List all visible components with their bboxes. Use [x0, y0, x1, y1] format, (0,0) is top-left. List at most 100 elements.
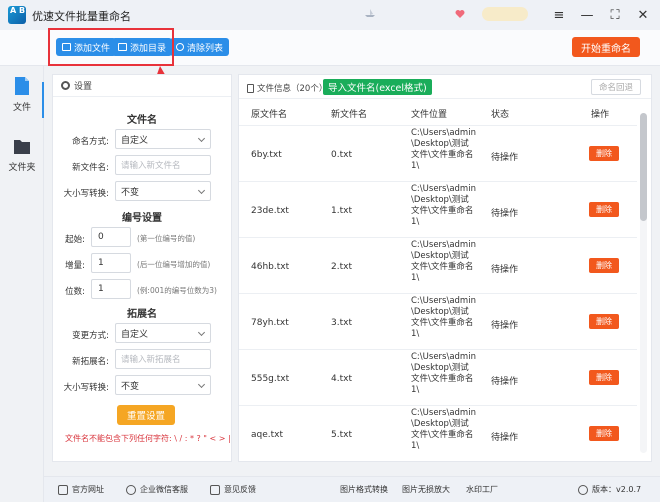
reset-settings-button[interactable]: 重置设置	[117, 405, 175, 425]
table-row[interactable]: aqe.txt 5.txt C:\Users\admin\Desktop\测试文…	[239, 405, 637, 461]
ext-mode-select[interactable]: 自定义	[115, 323, 211, 343]
footer: 官方网址 企业微信客服 意见反馈 图片格式转换 图片无损放大 水印工厂 版本：v…	[44, 476, 660, 502]
new-ext-input[interactable]: 请输入新拓展名	[115, 349, 211, 369]
footer-img-enlarge-link[interactable]: 图片无损放大	[402, 484, 450, 495]
globe-icon	[58, 484, 68, 495]
cell-location: C:\Users\admin\Desktop\测试文件\文件重命名1\	[411, 128, 476, 171]
numbering-section-title: 编号设置	[122, 213, 162, 224]
cell-new-name: 1.txt	[331, 206, 352, 216]
delete-button[interactable]: 删除	[589, 426, 619, 441]
col-location: 文件位置	[411, 110, 448, 120]
maximize-icon[interactable]: ⛶	[606, 6, 624, 24]
settings-header: 设置	[53, 75, 231, 97]
chevron-down-icon	[197, 186, 206, 195]
cell-status: 待操作	[491, 377, 519, 387]
close-icon[interactable]: ✕	[634, 6, 652, 24]
start-label: 起始:	[65, 235, 85, 245]
ext-case-label: 大小写转换:	[63, 383, 109, 393]
case-select[interactable]: 不变	[115, 181, 211, 201]
digits-label: 位数:	[65, 287, 85, 297]
case-label: 大小写转换:	[63, 189, 109, 199]
nav-folder[interactable]: 文件夹	[0, 136, 44, 173]
invalid-chars-warning: 文件名不能包含下列任何字符: \ / : * ? " < > |	[65, 434, 231, 443]
table-row[interactable]: 555g.txt 4.txt C:\Users\admin\Desktop\测试…	[239, 349, 637, 405]
chat-icon	[126, 484, 136, 495]
cell-new-name: 0.txt	[331, 150, 352, 160]
cell-location: C:\Users\admin\Desktop\测试文件\文件重命名1\	[411, 296, 476, 339]
table-row[interactable]: 23de.txt 1.txt C:\Users\admin\Desktop\测试…	[239, 181, 637, 237]
file-count-title: 文件信息（20个）	[257, 84, 328, 94]
new-ext-label: 新拓展名:	[72, 357, 109, 367]
ext-mode-label: 变更方式:	[72, 331, 109, 341]
cell-new-name: 5.txt	[331, 430, 352, 440]
import-excel-button[interactable]: 导入文件名(excel格式)	[323, 79, 432, 95]
footer-feedback-link[interactable]: 意见反馈	[210, 484, 256, 495]
cell-new-name: 3.txt	[331, 318, 352, 328]
rollback-button[interactable]: 命名回退	[591, 79, 641, 95]
file-list-panel: 文件信息（20个） 导入文件名(excel格式) 命名回退 原文件名 新文件名 …	[238, 74, 652, 462]
table-row[interactable]: 78yh.txt 3.txt C:\Users\admin\Desktop\测试…	[239, 293, 637, 349]
update-icon	[578, 484, 588, 495]
delete-button[interactable]: 删除	[589, 258, 619, 273]
heart-icon	[455, 10, 465, 18]
boat-icon	[365, 9, 375, 17]
col-new-name: 新文件名	[331, 110, 368, 120]
table-row[interactable]: 46hb.txt 2.txt C:\Users\admin\Desktop\测试…	[239, 237, 637, 293]
left-nav: 文件 文件夹	[0, 66, 44, 502]
highlight-annotation	[48, 28, 174, 66]
cell-original-name: 6by.txt	[251, 150, 282, 160]
footer-watermark-link[interactable]: 水印工厂	[466, 484, 498, 495]
start-rename-button[interactable]: 开始重命名	[572, 37, 640, 57]
cell-new-name: 2.txt	[331, 262, 352, 272]
settings-panel: 设置 文件名 命名方式: 自定义 新文件名: 请输入新文件名 大小写转换: 不变…	[52, 74, 232, 462]
footer-website-link[interactable]: 官方网址	[58, 484, 104, 495]
cell-location: C:\Users\admin\Desktop\测试文件\文件重命名1\	[411, 184, 476, 227]
file-icon	[15, 77, 29, 95]
cell-status: 待操作	[491, 153, 519, 163]
filename-section-title: 文件名	[127, 115, 157, 126]
clear-icon	[176, 43, 184, 51]
naming-mode-select[interactable]: 自定义	[115, 129, 211, 149]
scroll-thumb[interactable]	[640, 113, 647, 221]
ext-case-select[interactable]: 不变	[115, 375, 211, 395]
digits-input[interactable]: 1	[91, 279, 131, 299]
cell-original-name: 46hb.txt	[251, 262, 290, 272]
title-bar: A B 优速文件批量重命名 ≡ — ⛶ ✕	[0, 0, 660, 30]
cell-status: 待操作	[491, 209, 519, 219]
menu-icon[interactable]: ≡	[550, 6, 568, 24]
chevron-down-icon	[197, 380, 206, 389]
cell-new-name: 4.txt	[331, 374, 352, 384]
start-hint: (第一位编号的值)	[137, 234, 196, 243]
promo-badge[interactable]	[482, 7, 528, 21]
cell-status: 待操作	[491, 433, 519, 443]
step-label: 增量:	[65, 261, 85, 271]
nav-file[interactable]: 文件	[0, 76, 44, 113]
footer-img-convert-link[interactable]: 图片格式转换	[340, 484, 388, 495]
naming-mode-label: 命名方式:	[72, 137, 109, 147]
delete-button[interactable]: 删除	[589, 314, 619, 329]
new-name-input[interactable]: 请输入新文件名	[115, 155, 211, 175]
digits-hint: (例:001的编号位数为3)	[137, 286, 217, 295]
step-input[interactable]: 1	[91, 253, 131, 273]
cell-location: C:\Users\admin\Desktop\测试文件\文件重命名1\	[411, 240, 476, 283]
nav-active-indicator	[42, 82, 44, 118]
list-scrollbar[interactable]	[640, 113, 647, 453]
cell-status: 待操作	[491, 265, 519, 275]
delete-button[interactable]: 删除	[589, 370, 619, 385]
delete-button[interactable]: 删除	[589, 146, 619, 161]
ext-section-title: 拓展名	[127, 309, 157, 320]
gear-icon	[61, 81, 70, 90]
app-logo-icon: A B	[8, 6, 26, 24]
new-name-label: 新文件名:	[72, 163, 109, 173]
table-row[interactable]: 6by.txt 0.txt C:\Users\admin\Desktop\测试文…	[239, 125, 637, 181]
document-icon	[247, 83, 254, 93]
chevron-down-icon	[197, 328, 206, 337]
file-list-header: 文件信息（20个） 导入文件名(excel格式) 命名回退	[239, 75, 651, 99]
clear-list-button[interactable]: 清除列表	[170, 38, 230, 56]
minimize-icon[interactable]: —	[578, 6, 596, 24]
footer-wechat-link[interactable]: 企业微信客服	[126, 484, 188, 495]
start-input[interactable]: 0	[91, 227, 131, 247]
delete-button[interactable]: 删除	[589, 202, 619, 217]
col-original-name: 原文件名	[251, 110, 288, 120]
cell-original-name: aqe.txt	[251, 430, 284, 440]
